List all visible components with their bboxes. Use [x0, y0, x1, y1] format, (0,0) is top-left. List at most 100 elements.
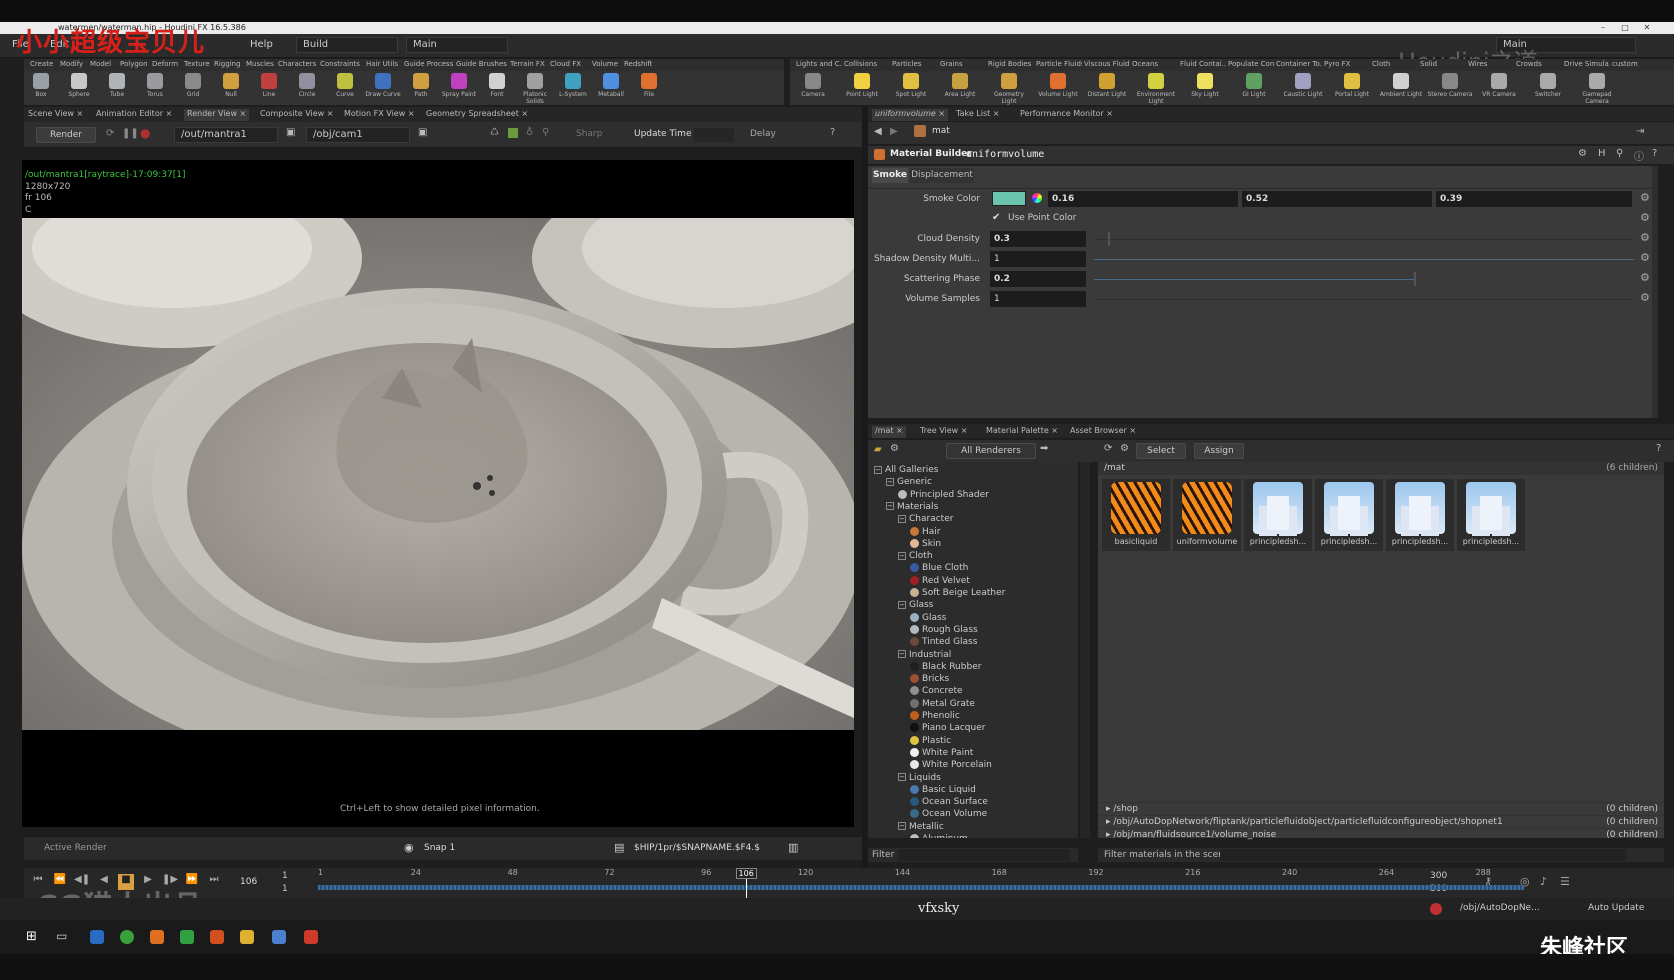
help-icon[interactable]: ?: [830, 127, 835, 138]
tree-item[interactable]: − Liquids: [898, 773, 941, 785]
minimize-icon[interactable]: –: [1596, 22, 1610, 34]
light-icon[interactable]: ♁: [526, 127, 533, 138]
network-path[interactable]: mat: [932, 126, 950, 136]
active-render-label[interactable]: Active Render: [44, 843, 107, 853]
shelf-tab[interactable]: Rigid Bodies: [988, 60, 1034, 68]
tree-item[interactable]: Basic Liquid: [910, 784, 976, 797]
shelf-tool[interactable]: Tube: [98, 71, 136, 105]
tree-item[interactable]: Plastic: [910, 735, 951, 748]
shelf-tab[interactable]: Muscles: [246, 60, 274, 68]
tab-displacement[interactable]: Displacement: [910, 168, 974, 183]
taskbar-app4-icon[interactable]: [180, 930, 194, 944]
shelf-tab[interactable]: Rigging: [214, 60, 241, 68]
options-icon[interactable]: ☰: [1560, 875, 1570, 888]
shelf-tool[interactable]: Portal Light: [1329, 71, 1375, 105]
menu-help[interactable]: Help: [250, 39, 273, 50]
expand-icon[interactable]: −: [898, 551, 906, 560]
tree-item[interactable]: Piano Lacquer: [910, 723, 985, 735]
shelf-tool[interactable]: Environment Light: [1133, 71, 1179, 105]
cloud-density-field[interactable]: 0.3: [990, 231, 1086, 247]
shadow-density-field[interactable]: 1: [990, 251, 1086, 267]
zoom-icon[interactable]: ⚲: [542, 127, 549, 138]
folder-icon[interactable]: ▰: [874, 444, 882, 455]
taskbar-app3-icon[interactable]: [150, 930, 164, 944]
save-icon[interactable]: H: [1598, 148, 1606, 159]
help-param-icon[interactable]: ?: [1652, 148, 1657, 159]
cloud-density-slider[interactable]: [1094, 239, 1634, 240]
gear-icon[interactable]: ⚙: [1578, 148, 1587, 159]
viewer-tab[interactable]: Motion FX View ×: [344, 109, 415, 121]
shelf-tool[interactable]: Camera: [790, 71, 836, 105]
search-icon[interactable]: ⚲: [1616, 148, 1623, 159]
tree-item[interactable]: Aluminum: [910, 834, 968, 838]
maximize-icon[interactable]: □: [1618, 22, 1632, 34]
shelf-tab[interactable]: Characters: [278, 60, 316, 68]
material-thumbnail[interactable]: principledsh...: [1386, 479, 1454, 551]
volume-samples-field[interactable]: 1: [990, 291, 1086, 307]
gallery-sublist[interactable]: ▸ /obj/man/fluidsource1/volume_noise (0 c…: [1098, 828, 1664, 841]
material-tab[interactable]: Tree View ×: [920, 426, 967, 438]
viewer-tab[interactable]: Scene View ×: [28, 109, 83, 121]
shelf-tab[interactable]: Volume: [592, 60, 618, 68]
material-help-icon[interactable]: ?: [1656, 443, 1661, 454]
taskbar-app1-icon[interactable]: [90, 930, 104, 944]
tree-item[interactable]: White Porcelain: [910, 760, 992, 772]
taskbar-app5-icon[interactable]: [210, 930, 224, 944]
current-frame-field[interactable]: 106: [240, 877, 257, 887]
shelf-tool[interactable]: Path: [402, 71, 440, 105]
shelf-tab[interactable]: Redshift: [624, 60, 652, 68]
shelf-tab[interactable]: Fluid Contai...: [1180, 60, 1226, 68]
update-time-field[interactable]: [694, 128, 734, 142]
scattering-phase-field[interactable]: 0.2: [990, 271, 1086, 287]
viewer-tab[interactable]: Render View ×: [184, 109, 250, 121]
expand-icon[interactable]: −: [886, 502, 894, 511]
shelf-tool[interactable]: Line: [250, 71, 288, 105]
viewer-tab[interactable]: Composite View ×: [260, 109, 333, 121]
tree-scrollbar[interactable]: [1080, 462, 1090, 838]
expand-icon[interactable]: −: [898, 514, 906, 523]
tab-smoke[interactable]: Smoke: [872, 168, 908, 183]
rop-path-field[interactable]: /out/mantra1: [174, 127, 278, 143]
shelf-tab[interactable]: Terrain FX: [510, 60, 545, 68]
material-thumbnail[interactable]: principledsh...: [1457, 479, 1525, 551]
shelf-tab[interactable]: Viscous Fluids: [1084, 60, 1130, 68]
material-tab[interactable]: Asset Browser ×: [1070, 426, 1136, 438]
range-start-field[interactable]: 1: [282, 871, 288, 881]
tree-item[interactable]: Blue Cloth: [910, 563, 968, 575]
tree-item[interactable]: Tinted Glass: [910, 637, 977, 649]
renderers-dropdown[interactable]: All Renderers: [946, 443, 1036, 459]
stop-icon[interactable]: ●: [140, 126, 150, 140]
render-button[interactable]: Render: [36, 127, 96, 143]
delay-label[interactable]: Delay: [750, 129, 776, 139]
pause-icon[interactable]: ❚❚: [122, 128, 139, 139]
shelf-tab[interactable]: Create: [30, 60, 53, 68]
shadow-density-slider[interactable]: [1094, 259, 1634, 260]
sharp-label[interactable]: Sharp: [576, 129, 602, 139]
shelf-tool[interactable]: Switcher: [1525, 71, 1571, 105]
assign-button[interactable]: Assign: [1194, 443, 1244, 459]
tree-item[interactable]: − Glass: [898, 600, 933, 612]
shelf-tab[interactable]: Particle Fluids: [1036, 60, 1082, 68]
auto-update-label[interactable]: Auto Update: [1588, 903, 1644, 913]
status-path[interactable]: /obj/AutoDopNe...: [1460, 903, 1540, 913]
expand-icon[interactable]: −: [874, 465, 882, 474]
use-point-color-checkbox[interactable]: ✔: [992, 212, 1000, 223]
color-icon[interactable]: [508, 128, 518, 138]
material-thumbnail[interactable]: basicliquid: [1102, 479, 1170, 551]
timeline-ruler[interactable]: 106 1 24 48 72 96 120 144 168 192 216 240 264 288: [318, 868, 1524, 898]
taskbar-app6-icon[interactable]: [272, 930, 286, 944]
recycle-icon[interactable]: ♺: [490, 127, 499, 138]
tree-item[interactable]: − Materials: [886, 502, 938, 514]
smoke-color-b[interactable]: 0.39: [1436, 191, 1632, 207]
status-stop-icon[interactable]: [1430, 903, 1442, 915]
material-gear-icon[interactable]: ⚙: [890, 443, 899, 454]
tree-item[interactable]: − Character: [898, 514, 953, 526]
shelf-tab[interactable]: Polygon: [120, 60, 148, 68]
shelf-tool[interactable]: Area Light: [937, 71, 983, 105]
tree-item[interactable]: Glass: [910, 612, 946, 625]
shelf-tool[interactable]: Point Light: [839, 71, 885, 105]
expand-icon[interactable]: −: [898, 773, 906, 781]
param-tab[interactable]: Performance Monitor ×: [1020, 109, 1113, 121]
tree-item[interactable]: Ocean Surface: [910, 797, 988, 809]
back-icon[interactable]: ◀: [874, 126, 882, 137]
